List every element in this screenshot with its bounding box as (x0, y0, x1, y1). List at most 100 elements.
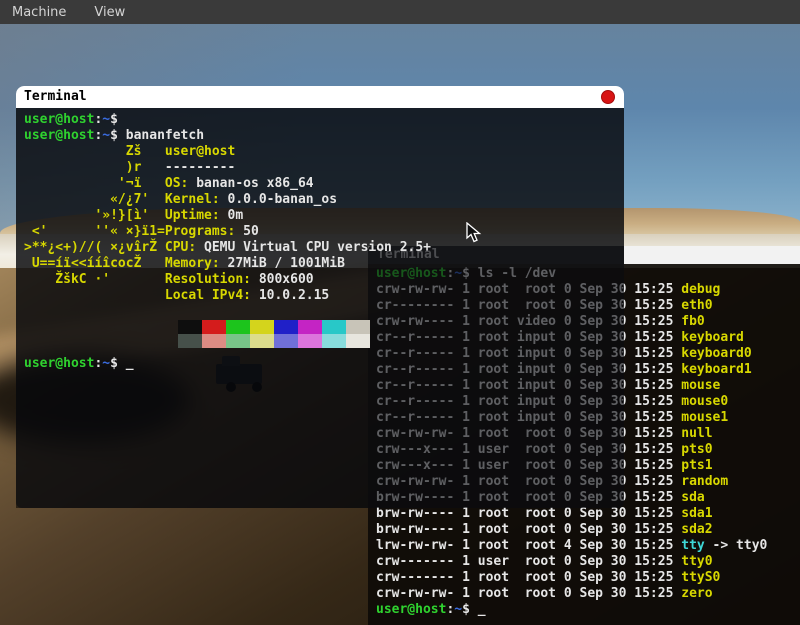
file-name: debug (681, 282, 720, 297)
file-name: tty0 (681, 554, 712, 569)
ascii-art: '»!}[ì' (24, 208, 165, 223)
file-name: tty (681, 538, 704, 553)
file-name: ttyS0 (681, 570, 720, 585)
fetch-value: 0m (228, 208, 244, 223)
fetch-line: U==íï<<ííîcocŽ Memory: 27MiB / 1001MiB (24, 256, 624, 272)
fetch-line: '¬ï OS: banan-os x86_64 (24, 176, 624, 192)
file-name: fb0 (681, 314, 704, 329)
fetch-value: QEMU Virtual CPU version 2.5+ (204, 240, 431, 255)
fetch-line: Local IPv4: 10.0.2.15 (24, 288, 624, 304)
text-cursor: _ (126, 356, 134, 371)
palette-swatch (298, 320, 322, 334)
terminal1-title-bar[interactable]: Terminal (16, 86, 624, 108)
file-name: mouse (681, 378, 720, 393)
terminal-window-bananfetch[interactable]: Terminal user@host:~$ user@host:~$ banan… (16, 86, 624, 508)
palette-swatch (322, 334, 346, 348)
ascii-art: «/¿7' (24, 192, 165, 207)
ls-row: brw-rw---- 1 root root 0 Sep 30 15:25 sd… (376, 506, 800, 522)
ascii-art: )r (24, 160, 165, 175)
ls-row: lrw-rw-rw- 1 root root 4 Sep 30 15:25 tt… (376, 538, 800, 554)
terminal1-content[interactable]: user@host:~$ user@host:~$ bananfetch Zš … (16, 108, 624, 508)
close-button[interactable] (601, 90, 615, 104)
file-name: sda2 (681, 522, 712, 537)
menu-view[interactable]: View (94, 5, 125, 20)
fetch-label: CPU: (165, 240, 204, 255)
ascii-art: <' ''« ×}ï1= (24, 224, 165, 239)
palette-swatch (202, 320, 226, 334)
file-name: mouse1 (681, 410, 728, 425)
vm-menu-bar: Machine View (0, 0, 800, 24)
ascii-art: U==íï<<ííîcocŽ (24, 256, 165, 271)
file-name: zero (681, 586, 712, 601)
file-name: sda1 (681, 506, 712, 521)
palette-swatch (346, 320, 370, 334)
file-name: mouse0 (681, 394, 728, 409)
terminal-prompt-line: user@host:~$ _ (24, 356, 624, 372)
blank-line (24, 304, 624, 320)
file-meta: lrw-rw-rw- 1 root root 4 Sep 30 15:25 (376, 538, 681, 553)
mouse-pointer-icon (466, 222, 482, 244)
color-palette-row-bright (178, 334, 624, 348)
ascii-art: >**¿<+)//( ×¿vîrŽ (24, 240, 165, 255)
file-name: eth0 (681, 298, 712, 313)
terminal-prompt-line: user@host:~$ _ (376, 602, 800, 618)
fetch-value: 800x600 (259, 272, 314, 287)
menu-machine[interactable]: Machine (12, 5, 66, 20)
palette-swatch (178, 334, 202, 348)
palette-swatch (250, 334, 274, 348)
blank-line (24, 348, 624, 356)
fetch-line: «/¿7' Kernel: 0.0.0-banan_os (24, 192, 624, 208)
fetch-line: )r --------- (24, 160, 624, 176)
fetch-label: Kernel: (165, 192, 228, 207)
fetch-value: 27MiB / 1001MiB (228, 256, 345, 271)
fetch-line: '»!}[ì' Uptime: 0m (24, 208, 624, 224)
file-name: pts0 (681, 442, 712, 457)
palette-swatch (322, 320, 346, 334)
ascii-art: ŽškC ·' (24, 272, 165, 287)
file-meta: crw------- 1 root root 0 Sep 30 15:25 (376, 570, 681, 585)
ls-row: crw------- 1 root root 0 Sep 30 15:25 tt… (376, 570, 800, 586)
fetch-line: ŽškC ·' Resolution: 800x600 (24, 272, 624, 288)
fetch-line: <' ''« ×}ï1=Programs: 50 (24, 224, 624, 240)
file-name: keyboard1 (681, 362, 751, 377)
command-text: bananfetch (126, 128, 204, 143)
file-meta: crw------- 1 user root 0 Sep 30 15:25 (376, 554, 681, 569)
fetch-value: banan-os x86_64 (196, 176, 313, 191)
fetch-label: Programs: (165, 224, 243, 239)
fetch-label: Memory: (165, 256, 228, 271)
palette-swatch (274, 334, 298, 348)
ascii-art (24, 288, 165, 303)
fetch-line: >**¿<+)//( ×¿vîrŽ CPU: QEMU Virtual CPU … (24, 240, 624, 256)
palette-swatch (250, 320, 274, 334)
palette-swatch (178, 320, 202, 334)
palette-swatch (226, 320, 250, 334)
file-name: pts1 (681, 458, 712, 473)
ls-row: crw------- 1 user root 0 Sep 30 15:25 tt… (376, 554, 800, 570)
color-palette-row-normal (178, 320, 624, 334)
fetch-label: Local IPv4: (165, 288, 259, 303)
palette-swatch (274, 320, 298, 334)
fetch-value: 10.0.2.15 (259, 288, 329, 303)
desktop: { "menu_bar": { "items": [ {"label": "Ma… (0, 0, 800, 625)
terminal1-title: Terminal (24, 86, 87, 108)
palette-swatch (202, 334, 226, 348)
ls-row: brw-rw---- 1 root root 0 Sep 30 15:25 sd… (376, 522, 800, 538)
palette-swatch (226, 334, 250, 348)
palette-swatch (346, 334, 370, 348)
file-name: keyboard0 (681, 346, 751, 361)
file-name: random (681, 474, 728, 489)
terminal-line: user@host:~$ bananfetch (24, 128, 624, 144)
fetch-label: OS: (165, 176, 196, 191)
fetch-output: Zš user@host )r --------- '¬ï OS: banan-… (24, 144, 624, 304)
file-meta: brw-rw---- 1 root root 0 Sep 30 15:25 (376, 522, 681, 537)
text-cursor: _ (478, 602, 486, 617)
ascii-art: Zš (24, 144, 165, 159)
palette-swatch (298, 334, 322, 348)
terminal-prompt-line: user@host:~$ (24, 112, 624, 128)
fetch-value: user@host (165, 144, 235, 159)
fetch-label: Uptime: (165, 208, 228, 223)
file-name: sda (681, 490, 704, 505)
file-meta: brw-rw---- 1 root root 0 Sep 30 15:25 (376, 506, 681, 521)
fetch-value: --------- (165, 160, 235, 175)
symlink-target: -> tty0 (705, 538, 768, 553)
